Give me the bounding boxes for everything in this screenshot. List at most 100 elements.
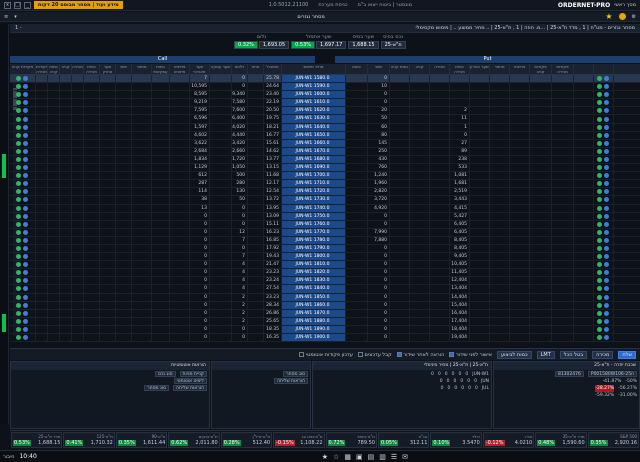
column-header[interactable]: דלתא — [232, 64, 248, 74]
buy-icon[interactable] — [596, 326, 602, 332]
row-actions[interactable] — [594, 269, 614, 277]
table-row[interactable]: 0 0 18.35 JUN-W1 1890.0 0 18,404 — [10, 325, 640, 334]
row-actions[interactable] — [594, 228, 614, 236]
strike-cell[interactable]: JUN-W1 1640.0 — [282, 123, 346, 131]
sell-icon[interactable] — [22, 270, 28, 276]
row-actions[interactable] — [10, 180, 36, 188]
table-row[interactable]: 6,596 6,400 19.75 JUN-W1 1630.0 50 11 — [10, 115, 640, 124]
buy-icon[interactable] — [596, 84, 602, 90]
buy-icon[interactable] — [15, 237, 21, 243]
row-actions[interactable] — [594, 91, 614, 99]
buy-icon[interactable] — [596, 237, 602, 243]
strike-cell[interactable]: JUN-W1 1810.0 — [282, 261, 346, 269]
row-actions[interactable] — [10, 83, 36, 91]
buy-icon[interactable] — [15, 318, 21, 324]
buy-icon[interactable] — [596, 213, 602, 219]
table-row[interactable]: 0 7 19.43 JUN-W1 1800.0 0 9,405 — [10, 253, 640, 262]
column-header[interactable]: כמות קניה — [48, 64, 60, 74]
row-actions[interactable] — [10, 285, 36, 293]
table-row[interactable]: 1,129 1,050 13.15 JUN-W1 1690.0 760 533 — [10, 164, 640, 173]
column-header[interactable]: כמות קניה — [390, 64, 410, 74]
column-header[interactable]: שינוי — [368, 64, 390, 74]
strike-cell[interactable]: JUN-W1 1840.0 — [282, 285, 346, 293]
row-actions[interactable] — [594, 196, 614, 204]
row-actions[interactable] — [594, 107, 614, 115]
row-actions[interactable] — [10, 334, 36, 342]
column-header[interactable]: כמות — [346, 64, 368, 74]
strike-cell[interactable]: JUN-W1 1800.0 — [282, 253, 346, 261]
row-actions[interactable] — [10, 317, 36, 325]
buy-icon[interactable] — [596, 181, 602, 187]
row-actions[interactable] — [10, 147, 36, 155]
column-header[interactable]: פוזיציה פתוחה — [170, 64, 190, 74]
sell-icon[interactable] — [22, 318, 28, 324]
sell-icon[interactable] — [22, 326, 28, 332]
sell-icon[interactable] — [603, 124, 609, 130]
ticker-item[interactable]: ת"א-ביומד 0.72% 789.50 — [325, 432, 377, 448]
buy-icon[interactable] — [15, 326, 21, 332]
top-item[interactable]: כניסת מערכת — [318, 2, 347, 8]
sell-icon[interactable] — [603, 335, 609, 341]
column-header[interactable] — [574, 64, 594, 74]
row-actions[interactable] — [594, 99, 614, 107]
minimize-window-button[interactable]: _ — [24, 1, 31, 9]
window-icon[interactable]: ▣ — [356, 453, 363, 461]
list-icon[interactable]: ☰ — [391, 453, 397, 461]
buy-icon[interactable] — [15, 302, 21, 308]
column-header[interactable]: מחזור — [490, 64, 510, 74]
field[interactable]: קניית מניות — [179, 371, 207, 377]
row-actions[interactable] — [594, 277, 614, 285]
strike-cell[interactable]: JUN-W1 1900.0 — [282, 334, 346, 342]
buy-icon[interactable] — [15, 173, 21, 179]
ticker-item[interactable]: ת"א-90 0.35% 1,611.44 — [115, 432, 168, 448]
ticker-item[interactable]: אג"ח 0.05% 312.11 — [377, 432, 430, 448]
buy-icon[interactable] — [596, 294, 602, 300]
strike-cell[interactable]: JUN-W1 1770.0 — [282, 228, 346, 236]
sell-icon[interactable] — [22, 173, 28, 179]
ticker-item[interactable]: ת"א-נדל"ן 0.28% 512.40 — [220, 432, 273, 448]
buy-icon[interactable] — [596, 173, 602, 179]
sell-icon[interactable] — [22, 302, 28, 308]
sell-icon[interactable] — [603, 165, 609, 171]
buy-icon[interactable] — [596, 278, 602, 284]
buy-icon[interactable] — [596, 92, 602, 98]
row-actions[interactable] — [10, 155, 36, 164]
buy-icon[interactable] — [596, 100, 602, 106]
buy-icon[interactable] — [15, 165, 21, 171]
row-actions[interactable] — [10, 293, 36, 301]
sell-icon[interactable] — [22, 132, 28, 138]
buy-icon[interactable] — [15, 156, 21, 162]
table-row[interactable]: 0 2 26.86 JUN-W1 1870.0 0 16,404 — [10, 309, 640, 318]
row-actions[interactable] — [594, 261, 614, 269]
column-header[interactable]: פקודות קניה — [10, 64, 36, 74]
checkbox[interactable] — [357, 351, 363, 357]
buy-icon[interactable] — [15, 189, 21, 195]
row-actions[interactable] — [10, 301, 36, 309]
sell-icon[interactable] — [603, 221, 609, 227]
checkbox[interactable] — [449, 351, 455, 357]
table-row[interactable]: 0 4 23.24 JUN-W1 1830.0 0 12,404 — [10, 277, 640, 286]
pin-icon[interactable]: ▾ — [14, 14, 17, 20]
column-header[interactable]: פקודות מכירה — [36, 64, 48, 74]
summary-value[interactable]: ת"א-25 — [380, 41, 406, 49]
send-button[interactable]: שלח — [618, 350, 636, 359]
maximize-window-button[interactable]: □ — [14, 1, 21, 9]
column-header[interactable]: שער עסקה — [210, 64, 232, 74]
buy-icon[interactable] — [596, 189, 602, 195]
table-row[interactable]: 0 4 27.54 JUN-W1 1840.0 0 13,404 — [10, 285, 640, 294]
sell-icon[interactable] — [22, 92, 28, 98]
sell-icon[interactable] — [22, 221, 28, 227]
row-actions[interactable] — [10, 220, 36, 228]
table-row[interactable]: 0 2 25.65 JUN-W1 1880.0 0 17,404 — [10, 317, 640, 326]
column-header[interactable]: מחיר מימוש — [282, 64, 346, 74]
column-header[interactable]: שער אחרון — [470, 64, 490, 74]
table-row[interactable]: 3,622 3,420 15.61 JUN-W1 1660.0 145 27 — [10, 139, 640, 148]
column-header[interactable]: פקודות מכירה — [552, 64, 574, 74]
ticker-item[interactable]: ת"א-בנקים 0.62% 2,011.80 — [168, 432, 220, 448]
row-actions[interactable] — [594, 301, 614, 309]
strike-cell[interactable]: JUN-W1 1690.0 — [282, 164, 346, 172]
buy-icon[interactable] — [596, 197, 602, 203]
buy-icon[interactable] — [596, 286, 602, 292]
grid-icon[interactable]: ▦ — [344, 453, 351, 461]
buy-icon[interactable] — [596, 156, 602, 162]
